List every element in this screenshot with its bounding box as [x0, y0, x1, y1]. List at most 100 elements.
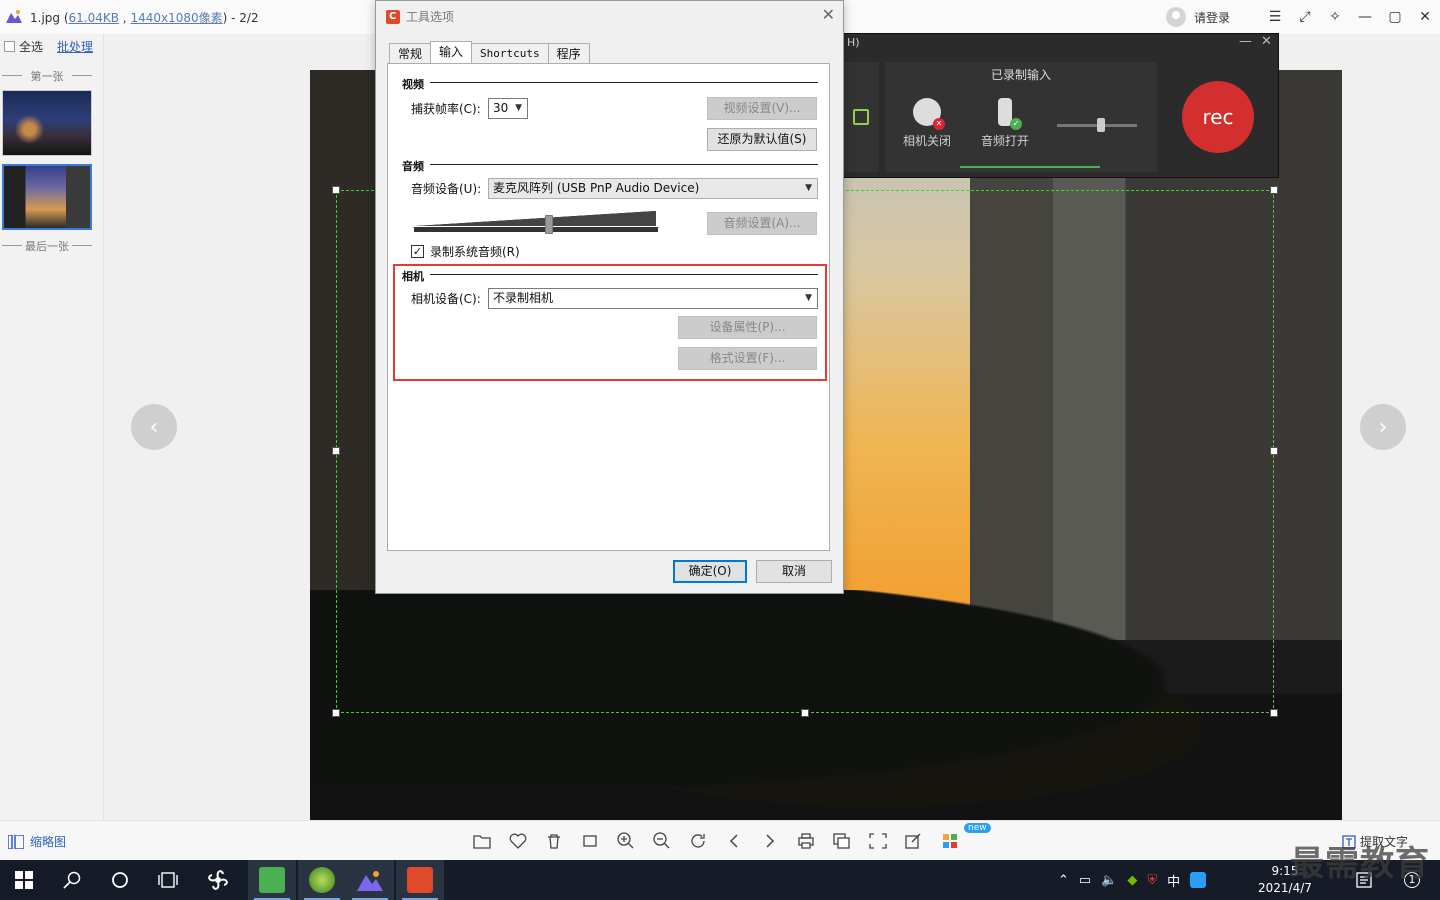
- crop-icon[interactable]: [578, 829, 602, 853]
- maximize-icon[interactable]: ▢: [1380, 0, 1410, 34]
- audio-toggle[interactable]: 音频打开: [975, 98, 1035, 149]
- window-controls: ☰ ⤢ ✧ — ▢ ✕: [1260, 0, 1440, 34]
- file-size-link[interactable]: 61.04KB: [69, 11, 119, 25]
- trash-icon[interactable]: [542, 829, 566, 853]
- zoom-in-icon[interactable]: [614, 829, 638, 853]
- search-icon: [63, 871, 81, 889]
- recorder-widget: H) — ✕ 已录制输入 相机关闭 音频打开 rec: [838, 33, 1279, 178]
- capture-handle[interactable]: [1270, 709, 1278, 717]
- video-settings-button[interactable]: 视频设置(V)...: [707, 97, 817, 120]
- recorder-region-panel: [843, 62, 879, 172]
- fps-value: 30: [493, 101, 509, 115]
- file-dims-link[interactable]: 1440x1080像素: [130, 11, 222, 25]
- close-icon[interactable]: ✕: [1410, 0, 1440, 34]
- prev-image-button[interactable]: ‹: [131, 404, 177, 450]
- qq-icon[interactable]: [1190, 872, 1207, 888]
- fps-select[interactable]: 30 ▼: [488, 98, 528, 119]
- thumbnail-sidebar: 全选 批处理 第一张 最后一张: [0, 34, 104, 820]
- chevron-down-icon: ▼: [515, 103, 522, 113]
- thumbnail-1[interactable]: [2, 90, 92, 156]
- capture-handle[interactable]: [801, 709, 809, 717]
- cancel-button[interactable]: 取消: [756, 560, 832, 583]
- folder-icon[interactable]: [470, 829, 494, 853]
- chevron-down-icon: ▼: [805, 293, 812, 303]
- avatar[interactable]: [1166, 7, 1186, 27]
- capture-handle[interactable]: [332, 709, 340, 717]
- ok-button[interactable]: 确定(O): [673, 560, 747, 583]
- input-language[interactable]: 中: [1167, 871, 1180, 890]
- title-separator: ,: [118, 11, 131, 25]
- dialog-close-icon[interactable]: ✕: [822, 5, 835, 24]
- record-button[interactable]: rec: [1182, 81, 1254, 153]
- pin-icon[interactable]: ✧: [1320, 0, 1350, 34]
- prev-icon[interactable]: [722, 829, 746, 853]
- recorder-close-icon[interactable]: ✕: [1261, 34, 1272, 49]
- volume-icon[interactable]: 🔈: [1101, 873, 1117, 888]
- menu-icon[interactable]: ☰: [1260, 0, 1290, 34]
- zoom-out-icon[interactable]: [650, 829, 674, 853]
- next-icon[interactable]: [758, 829, 782, 853]
- taskbar-app-camtasia-green[interactable]: [248, 860, 296, 900]
- search-button[interactable]: [48, 860, 96, 900]
- audio-device-value: 麦克风阵列 (USB PnP Audio Device): [493, 181, 700, 195]
- thumbnail-2[interactable]: [2, 164, 92, 230]
- tab-general[interactable]: 常规: [389, 43, 432, 63]
- audio-volume-knob[interactable]: [1097, 118, 1105, 132]
- login-link[interactable]: 请登录: [1194, 9, 1230, 26]
- viewer-logo-icon: [6, 10, 22, 23]
- heart-icon[interactable]: [506, 829, 530, 853]
- start-button[interactable]: [0, 860, 48, 900]
- taskbar-app-image-viewer[interactable]: [346, 860, 394, 900]
- apps-icon[interactable]: [938, 829, 962, 853]
- task-view-button[interactable]: [144, 860, 192, 900]
- recorder-minimize-icon[interactable]: —: [1239, 34, 1252, 49]
- copy-icon[interactable]: [830, 829, 854, 853]
- camera-device-value: 不录制相机: [493, 291, 554, 305]
- network-icon[interactable]: ▭: [1079, 873, 1091, 888]
- format-settings-button[interactable]: 格式设置(F)...: [678, 347, 817, 370]
- camera-toggle[interactable]: 相机关闭: [897, 98, 957, 149]
- system-audio-label[interactable]: 录制系统音频(R): [430, 243, 520, 260]
- viewer-tools: [470, 829, 962, 853]
- new-badge: new: [964, 823, 991, 833]
- login-area[interactable]: 请登录: [1166, 6, 1230, 28]
- minimize-icon[interactable]: —: [1350, 0, 1380, 34]
- rotate-icon[interactable]: [686, 829, 710, 853]
- device-properties-button[interactable]: 设备属性(P)...: [678, 316, 817, 339]
- fullscreen-icon[interactable]: ⤢: [1290, 0, 1320, 34]
- system-tray: ⌃ ▭ 🔈 ◆ ⛨ 中: [1058, 860, 1207, 900]
- taskbar-app-camtasia[interactable]: [396, 860, 444, 900]
- last-image-label: 最后一张: [2, 238, 92, 254]
- cortana-button[interactable]: [96, 860, 144, 900]
- select-all-checkbox[interactable]: [4, 41, 15, 52]
- select-all[interactable]: 全选: [4, 38, 43, 55]
- next-image-button[interactable]: ›: [1360, 404, 1406, 450]
- restore-defaults-button[interactable]: 还原为默认值(S): [707, 128, 817, 151]
- system-audio-checkbox[interactable]: ✓: [411, 245, 424, 258]
- tab-shortcuts[interactable]: Shortcuts: [471, 43, 549, 63]
- audio-settings-button[interactable]: 音频设置(A)...: [707, 212, 817, 235]
- camtasia-green-icon: [259, 867, 285, 893]
- batch-link[interactable]: 批处理: [57, 38, 93, 55]
- print-icon[interactable]: [794, 829, 818, 853]
- fit-icon[interactable]: [866, 829, 890, 853]
- security-icon[interactable]: ⛨: [1147, 873, 1157, 888]
- audio-device-select[interactable]: 麦克风阵列 (USB PnP Audio Device) ▼: [488, 178, 818, 199]
- tab-input[interactable]: 输入: [430, 41, 473, 63]
- cortana-icon: [112, 872, 128, 888]
- edit-icon[interactable]: [902, 829, 926, 853]
- thumbnails-toggle[interactable]: 缩略图: [8, 833, 66, 850]
- nvidia-icon[interactable]: ◆: [1127, 873, 1137, 888]
- capture-handle[interactable]: [332, 186, 340, 194]
- capture-handle[interactable]: [1270, 447, 1278, 455]
- taskbar-app-fan[interactable]: [194, 860, 242, 900]
- lock-icon[interactable]: [853, 109, 869, 125]
- capture-handle[interactable]: [332, 447, 340, 455]
- taskbar-app-green-ball[interactable]: [298, 860, 346, 900]
- chevron-up-icon[interactable]: ⌃: [1058, 873, 1069, 888]
- audio-volume-slider[interactable]: [1057, 118, 1137, 132]
- tab-program[interactable]: 程序: [547, 43, 590, 63]
- capture-handle[interactable]: [1270, 186, 1278, 194]
- audio-volume-knob[interactable]: [545, 215, 553, 234]
- camera-device-select[interactable]: 不录制相机 ▼: [488, 288, 818, 309]
